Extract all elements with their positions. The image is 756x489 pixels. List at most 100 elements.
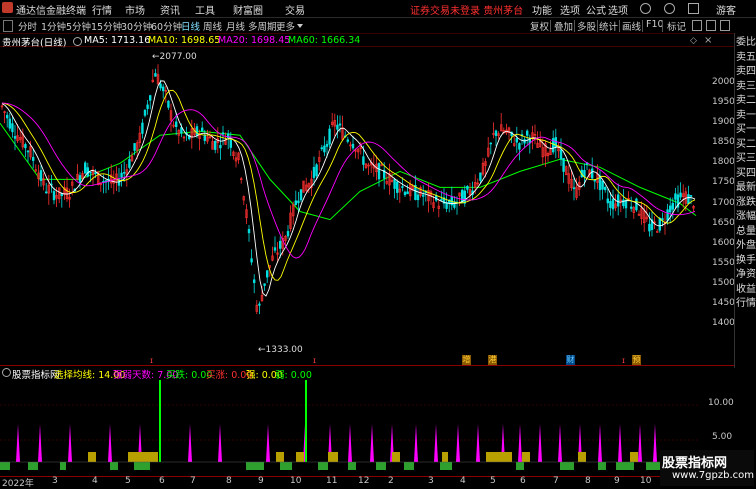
candle-body (525, 130, 529, 136)
date-xtick: 8 (585, 476, 591, 486)
candle-body (229, 139, 232, 148)
indicator-spike (108, 424, 112, 462)
date-xtick: 3 (52, 476, 58, 486)
candle-body (78, 175, 82, 183)
candle-body (219, 144, 222, 149)
period-more[interactable]: 更多 (276, 19, 295, 33)
quote-field-label[interactable]: 卖一 (736, 109, 756, 122)
close-icon[interactable]: × (704, 35, 712, 46)
candle-body (494, 130, 498, 136)
menu-shichang[interactable]: 市场 (125, 2, 145, 17)
collapse-icon[interactable]: ◇ (690, 36, 697, 46)
period-multi[interactable]: 多周期 (248, 19, 277, 33)
quote-field-label[interactable]: 买二 (736, 138, 756, 151)
tool-duogu[interactable]: 多股 (577, 19, 596, 33)
tool-biaoji[interactable]: 标记 (667, 19, 686, 33)
indicator-strong-bar (159, 380, 161, 462)
candle-body (658, 217, 662, 231)
quote-field-label[interactable]: 最新 (736, 181, 756, 194)
event-marker-small[interactable]: ɪ (150, 356, 153, 365)
quote-field-label[interactable]: 外盘 (736, 239, 756, 252)
candle-body (362, 156, 365, 165)
indicator-spike (638, 424, 642, 462)
period-monthly[interactable]: 月线 (226, 19, 245, 33)
event-marker-cai[interactable]: 财 (566, 355, 575, 365)
search-icon[interactable] (640, 3, 651, 14)
period-fenshi[interactable]: 分时 (18, 19, 37, 33)
indicator-green-block (376, 462, 386, 470)
ma5-label: MA5: 1713.16 (84, 35, 151, 46)
menu-jiaoyi[interactable]: 交易 (285, 2, 305, 17)
message-icon[interactable] (664, 3, 675, 14)
period-15min[interactable]: 15分钟 (91, 19, 122, 33)
candle-body (123, 171, 126, 174)
quote-field-label[interactable]: 卖五 (736, 51, 756, 64)
quote-field-label[interactable]: 行情 (736, 297, 756, 310)
indicator-settings-icon[interactable] (2, 368, 11, 377)
menu-xuanxiang-2[interactable]: 选项 (608, 2, 628, 17)
tool-fuquan[interactable]: 复权 (530, 19, 549, 33)
menu-zixun[interactable]: 资讯 (160, 2, 180, 17)
kline-chart[interactable] (0, 46, 734, 364)
menu-caifuquan[interactable]: 财富圈 (233, 2, 263, 17)
layout-icon[interactable] (706, 20, 716, 31)
menu-xuanxiang[interactable]: 选项 (560, 2, 580, 17)
date-xtick: 10 (290, 476, 302, 486)
quote-field-label[interactable]: 收益 (736, 283, 756, 296)
indicator-spike (38, 424, 42, 462)
candle-body (286, 231, 290, 237)
menu-gongshi[interactable]: 公式 (586, 2, 606, 17)
settings-icon[interactable] (688, 3, 699, 14)
event-marker-yu[interactable]: 预 (632, 355, 641, 365)
menu-hangqing[interactable]: 行情 (92, 2, 112, 17)
low-price-label: ←1333.00 (258, 345, 303, 355)
period-daily[interactable]: 日线 (181, 19, 200, 33)
quote-field-label[interactable]: 卖四 (736, 65, 756, 78)
quote-field-label[interactable]: 涨跌 (736, 196, 756, 209)
event-marker-gang[interactable]: 港 (488, 355, 497, 365)
candle-body (572, 187, 576, 190)
quote-field-label[interactable]: 净资 (736, 268, 756, 281)
quote-field-label[interactable]: 总量 (736, 225, 756, 238)
date-xtick: 7 (190, 476, 196, 486)
period-60min[interactable]: 60分钟 (151, 19, 182, 33)
candle-body (489, 142, 492, 145)
period-30min[interactable]: 30分钟 (121, 19, 152, 33)
guest-user[interactable]: 游客 (716, 2, 736, 17)
quote-field-label[interactable]: 换手 (736, 254, 756, 267)
tool-f10[interactable]: F10 (646, 19, 664, 30)
quote-field-label[interactable]: 买一 (736, 123, 756, 136)
quote-field-label[interactable]: 买四 (736, 167, 756, 180)
indicator-spike (266, 424, 270, 462)
calendar-icon[interactable] (692, 20, 702, 31)
quote-field-label[interactable]: 卖二 (736, 94, 756, 107)
period-5min[interactable]: 5分钟 (66, 19, 91, 33)
fullscreen-icon[interactable] (720, 20, 730, 31)
quote-field-label[interactable]: 买三 (736, 152, 756, 165)
indicator-spike (370, 424, 374, 462)
event-marker-zeng[interactable]: 增 (462, 355, 471, 365)
event-marker-small[interactable]: ɪ (622, 356, 625, 365)
indicator-yellow-block (522, 452, 530, 462)
indicator-chart[interactable] (0, 378, 734, 476)
menu-gongju[interactable]: 工具 (195, 2, 215, 17)
chevron-down-icon[interactable] (297, 24, 303, 28)
candle-body (325, 143, 329, 147)
settings-small-icon[interactable] (73, 37, 82, 46)
period-weekly[interactable]: 周线 (203, 19, 222, 33)
candle-body (221, 132, 225, 135)
ma60-label: MA60: 1666.34 (288, 35, 361, 46)
indicator-spike (538, 424, 542, 462)
tool-huaxian[interactable]: 画线 (622, 19, 641, 33)
expand-icon[interactable] (3, 20, 13, 32)
login-status[interactable]: 证券交易未登录 贵州茅台 (410, 2, 523, 17)
quote-field-label[interactable]: 委比 (736, 36, 756, 49)
toolbar-divider (662, 20, 663, 32)
tool-tongji[interactable]: 统计 (599, 19, 618, 33)
quote-field-label[interactable]: 卖三 (736, 80, 756, 93)
tool-diejia[interactable]: 叠加 (554, 19, 573, 33)
period-1min[interactable]: 1分钟 (41, 19, 66, 33)
menu-gongneng[interactable]: 功能 (532, 2, 552, 17)
quote-field-label[interactable]: 涨幅 (736, 210, 756, 223)
event-marker-small[interactable]: ɪ (313, 356, 316, 365)
